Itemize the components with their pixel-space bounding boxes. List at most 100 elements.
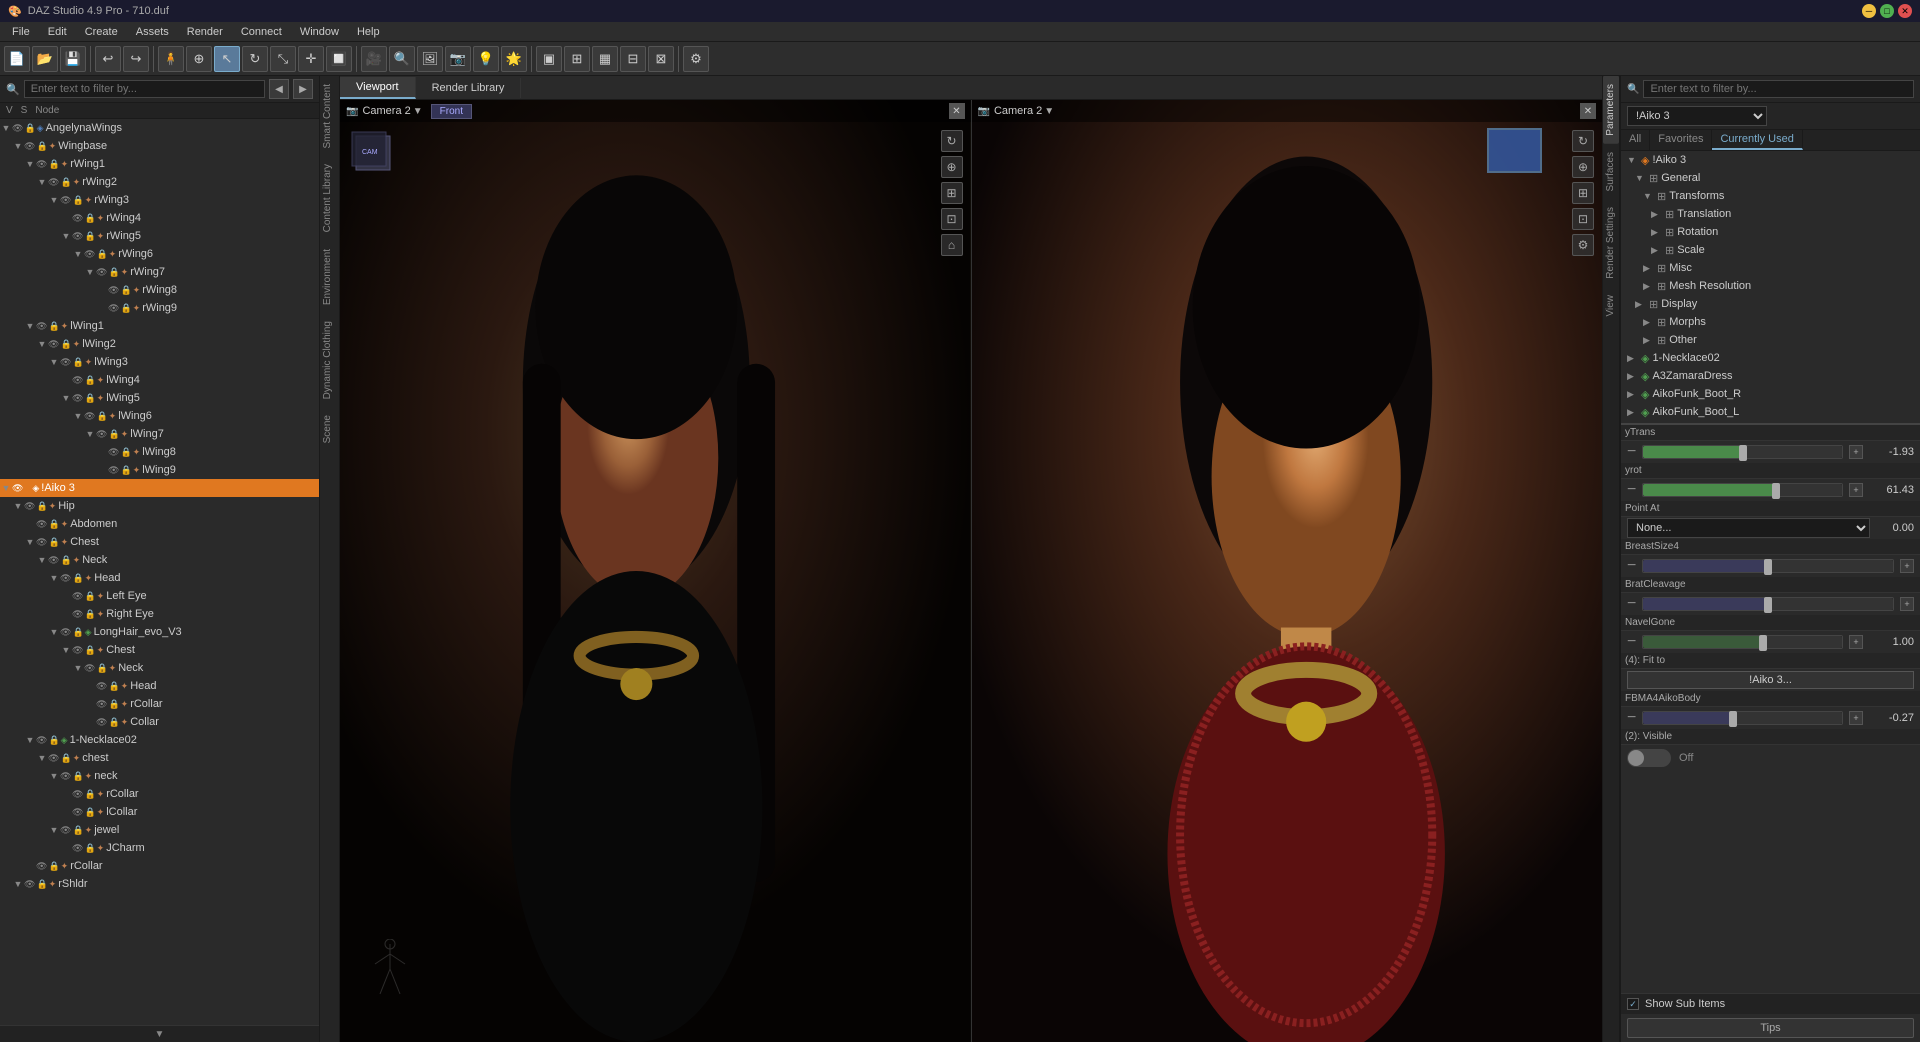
tree-item-lwing1[interactable]: ▼ 👁 🔒 ✦ lWing1	[0, 317, 319, 335]
slider-thumb[interactable]	[1739, 445, 1747, 461]
rtree-rotation[interactable]: ▶ ⊞ Rotation	[1621, 223, 1920, 241]
tree-item-lcollar-n[interactable]: 👁 🔒 ✦ lCollar	[0, 803, 319, 821]
filter-favorites[interactable]: Favorites	[1650, 130, 1712, 150]
scene-select[interactable]: !Aiko 3	[1627, 106, 1767, 126]
rtree-boot-r[interactable]: ▶ ◈ AikoFunk_Boot_R	[1621, 385, 1920, 403]
nav-orbit-right[interactable]: ↻	[1572, 130, 1594, 152]
point-at-select[interactable]: None...	[1627, 518, 1870, 538]
tree-item-wingbase[interactable]: ▼ 👁 🔒 ✦ Wingbase	[0, 137, 319, 155]
rtree-necklace[interactable]: ▶ ◈ 1-Necklace02	[1621, 349, 1920, 367]
expand-icon[interactable]: ▶	[1651, 227, 1665, 238]
tab-render-settings[interactable]: Render Settings	[1603, 199, 1619, 287]
tool-layout-1[interactable]: ▣	[536, 46, 562, 72]
menu-connect[interactable]: Connect	[233, 24, 290, 40]
tool-rotate[interactable]: ↻	[242, 46, 268, 72]
expand-icon[interactable]: ▼	[0, 123, 12, 133]
tree-item-jcharm[interactable]: 👁 🔒 ✦ JCharm	[0, 839, 319, 857]
tree-item-lwing3[interactable]: ▼ 👁 🔒 ✦ lWing3	[0, 353, 319, 371]
nav-zoom-right[interactable]: ⊕	[1572, 156, 1594, 178]
tool-layout-3[interactable]: ▦	[592, 46, 618, 72]
nav-pan-right[interactable]: ⊞	[1572, 182, 1594, 204]
tree-item-lwing2[interactable]: ▼ 👁 🔒 ✦ lWing2	[0, 335, 319, 353]
ytrans-minus[interactable]: −	[1627, 443, 1636, 461]
nav-home-left[interactable]: ⌂	[941, 234, 963, 256]
expand-icon[interactable]: ▼	[12, 501, 24, 511]
slider-thumb[interactable]	[1764, 597, 1772, 613]
tab-viewport[interactable]: Viewport	[340, 77, 416, 99]
rtree-zamaradress[interactable]: ▶ ◈ A3ZamaraDress	[1621, 367, 1920, 385]
viewport-right[interactable]: 📷 Camera 2 ▼ ✕ ↻ ⊕ ⊞ ⊡ ⚙	[972, 100, 1603, 1042]
menu-render[interactable]: Render	[179, 24, 231, 40]
tree-item-lwing9[interactable]: 👁 🔒 ✦ lWing9	[0, 461, 319, 479]
yrot-minus[interactable]: −	[1627, 481, 1636, 499]
tree-item-rwing8[interactable]: 👁 🔒 ✦ rWing8	[0, 281, 319, 299]
rtree-misc[interactable]: ▶ ⊞ Misc	[1621, 259, 1920, 277]
tree-item-longhair[interactable]: ▼ 👁 🔒 ◈ LongHair_evo_V3	[0, 623, 319, 641]
nav-settings-right[interactable]: ⚙	[1572, 234, 1594, 256]
tree-item-neck-n[interactable]: ▼ 👁 🔒 ✦ neck	[0, 767, 319, 785]
tree-item-rwing3[interactable]: ▼ 👁 🔒 ✦ rWing3	[0, 191, 319, 209]
expand-icon[interactable]: ▶	[1643, 335, 1657, 346]
tree-item-aiko3[interactable]: ▼ 👁 ◈ ◈ !Aiko 3	[0, 479, 319, 497]
tree-item-chest[interactable]: ▼ 👁 🔒 ✦ Chest	[0, 533, 319, 551]
tool-layout-5[interactable]: ⊠	[648, 46, 674, 72]
slider-thumb[interactable]	[1764, 559, 1772, 575]
tool-camera-frame[interactable]: 🖼	[417, 46, 443, 72]
expand-icon[interactable]: ▶	[1627, 371, 1641, 382]
expand-icon[interactable]: ▼	[84, 267, 96, 277]
rtree-morphs[interactable]: ▶ ⊞ Morphs	[1621, 313, 1920, 331]
expand-icon[interactable]: ▼	[72, 663, 84, 673]
menu-assets[interactable]: Assets	[128, 24, 177, 40]
tool-camera-orbit[interactable]: 🎥	[361, 46, 387, 72]
nav-pan-left[interactable]: ⊞	[941, 182, 963, 204]
nav-frame-left[interactable]: ⊡	[941, 208, 963, 230]
rtree-mesh-resolution[interactable]: ▶ ⊞ Mesh Resolution	[1621, 277, 1920, 295]
restore-button[interactable]: □	[1880, 4, 1894, 18]
expand-icon[interactable]: ▼	[60, 231, 72, 241]
dynamic-clothing-tab[interactable]: Dynamic Clothing	[320, 313, 339, 407]
tree-item-rwing4[interactable]: 👁 🔒 ✦ rWing4	[0, 209, 319, 227]
tab-render-library[interactable]: Render Library	[416, 78, 522, 98]
tips-button[interactable]: Tips	[1627, 1018, 1914, 1038]
menu-file[interactable]: File	[4, 24, 38, 40]
tree-item-rwing9[interactable]: 👁 🔒 ✦ rWing9	[0, 299, 319, 317]
fbma4aikobody-slider[interactable]	[1642, 711, 1843, 725]
filter-all[interactable]: All	[1621, 130, 1650, 150]
viewport-left[interactable]: 📷 Camera 2 ▼ Front ✕ ↻ ⊕ ⊞ ⊡ ⌂	[340, 100, 972, 1042]
fitto-button[interactable]: !Aiko 3...	[1627, 671, 1914, 689]
viewport-close-left[interactable]: ✕	[949, 103, 965, 119]
rtree-translation[interactable]: ▶ ⊞ Translation	[1621, 205, 1920, 223]
tool-translate[interactable]: ✛	[298, 46, 324, 72]
minimize-button[interactable]: ─	[1862, 4, 1876, 18]
tree-item-rwing6[interactable]: ▼ 👁 🔒 ✦ rWing6	[0, 245, 319, 263]
tree-item-chest2[interactable]: ▼ 👁 🔒 ✦ Chest	[0, 641, 319, 659]
tree-item-lefteye[interactable]: 👁 🔒 ✦ Left Eye	[0, 587, 319, 605]
tree-item-head[interactable]: ▼ 👁 🔒 ✦ Head	[0, 569, 319, 587]
bratcleavage-minus[interactable]: −	[1627, 595, 1636, 613]
camera-dropdown-right[interactable]: ▼	[1044, 106, 1054, 117]
expand-icon[interactable]: ▶	[1635, 299, 1649, 310]
content-library-tab[interactable]: Content Library	[320, 156, 339, 240]
tree-item-rcollar-n[interactable]: 👁 🔒 ✦ rCollar	[0, 785, 319, 803]
expand-icon[interactable]: ▶	[1651, 209, 1665, 220]
viewport-close-right[interactable]: ✕	[1580, 103, 1596, 119]
visible-toggle[interactable]	[1627, 749, 1671, 767]
nav-frame-right[interactable]: ⊡	[1572, 208, 1594, 230]
expand-icon[interactable]: ▼	[24, 537, 36, 547]
search-prev-button[interactable]: ◀	[269, 79, 289, 99]
tree-item-rwing2[interactable]: ▼ 👁 🔒 ✦ rWing2	[0, 173, 319, 191]
expand-icon[interactable]: ▼	[12, 879, 24, 889]
tool-node-select[interactable]: ⊕	[186, 46, 212, 72]
menu-create[interactable]: Create	[77, 24, 126, 40]
tool-layout-4[interactable]: ⊟	[620, 46, 646, 72]
view-mode-button[interactable]: Front	[431, 104, 472, 119]
expand-icon[interactable]: ▼	[0, 483, 12, 493]
yrot-plus[interactable]: +	[1849, 483, 1863, 497]
expand-icon[interactable]: ▶	[1643, 317, 1657, 328]
fbma4aikobody-minus[interactable]: −	[1627, 709, 1636, 727]
rtree-aiko3[interactable]: ▼ ◈ !Aiko 3	[1621, 151, 1920, 169]
tool-redo[interactable]: ↪	[123, 46, 149, 72]
expand-icon[interactable]: ▶	[1643, 263, 1657, 274]
ytrans-slider[interactable]	[1642, 445, 1843, 459]
expand-icon[interactable]: ▼	[1635, 173, 1649, 183]
